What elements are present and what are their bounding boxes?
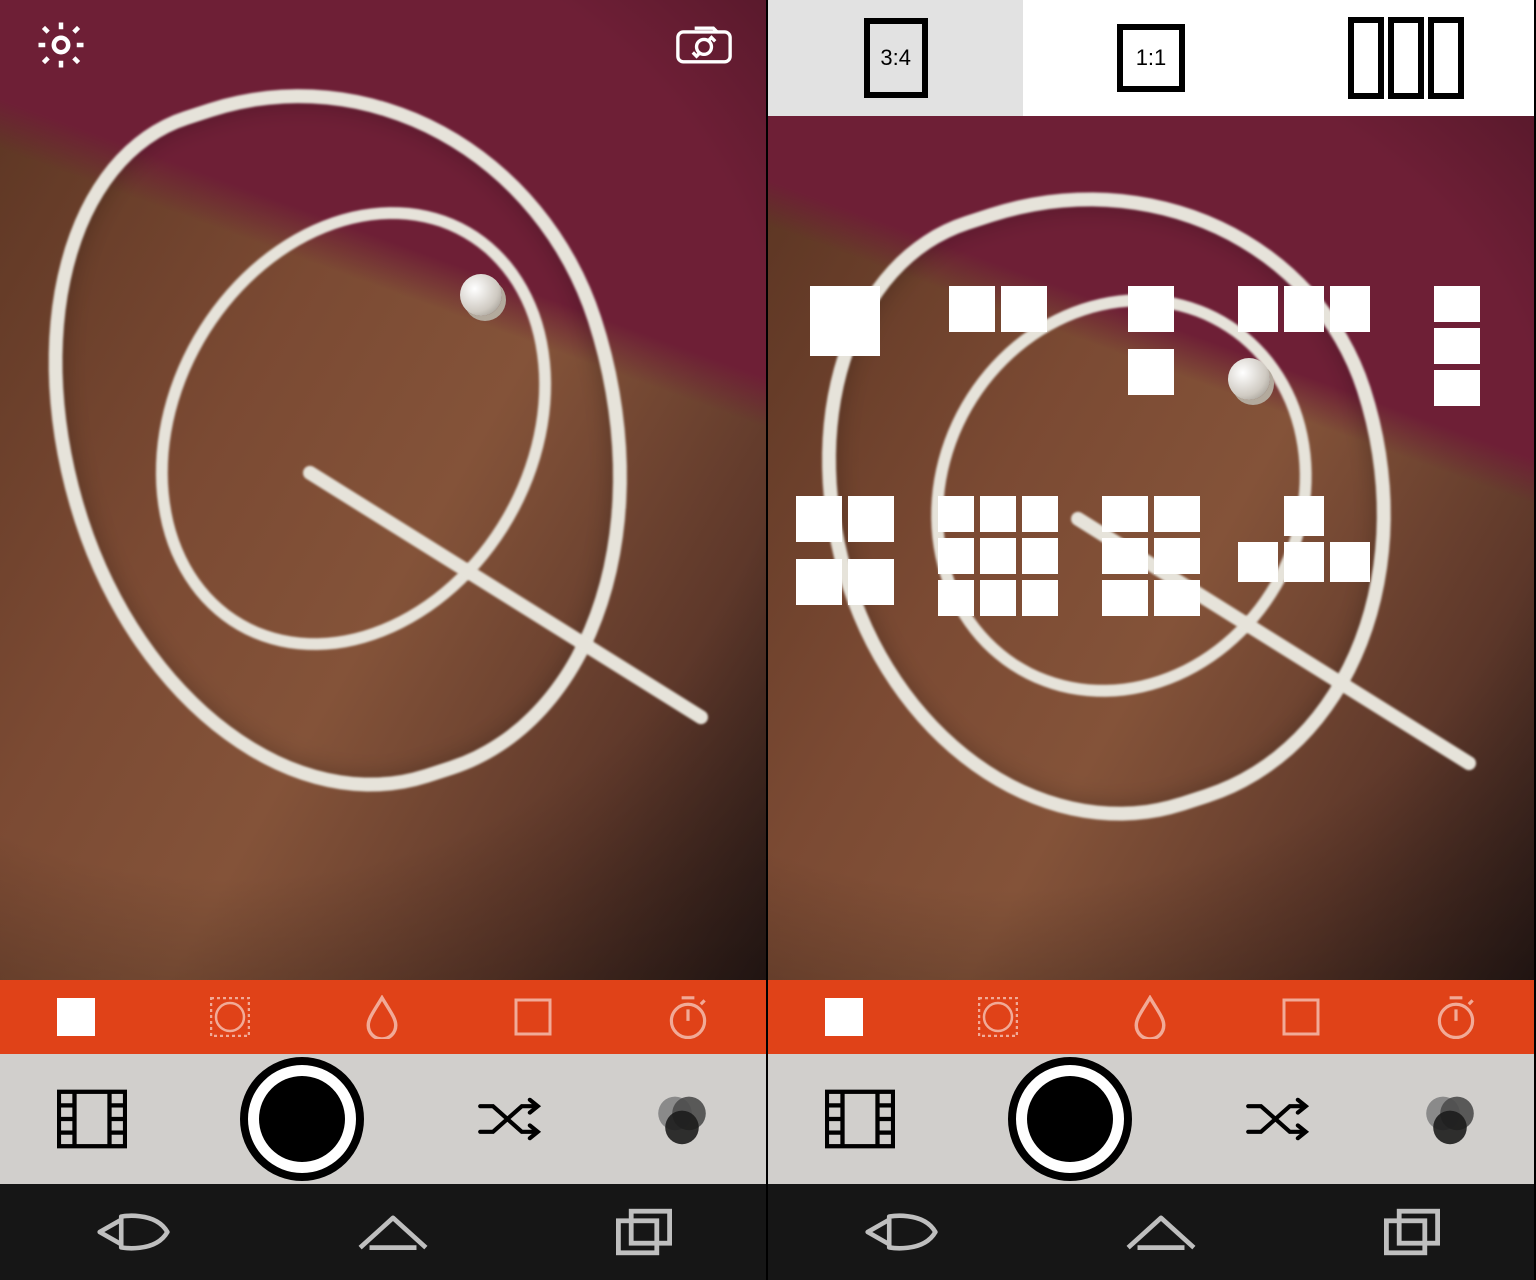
- layout-four-grid[interactable]: [796, 496, 894, 616]
- blur-tool[interactable]: [1133, 995, 1167, 1039]
- top-controls: [0, 0, 766, 90]
- gallery-icon[interactable]: [825, 1089, 895, 1149]
- aspect-ratio-bar: 3:4 1:1: [768, 0, 1534, 116]
- vignette-tool[interactable]: [210, 997, 250, 1037]
- gear-icon[interactable]: [34, 18, 88, 72]
- mode-toolbar: [0, 980, 766, 1054]
- timer-tool[interactable]: [667, 994, 709, 1040]
- aspect-1-1[interactable]: 1:1: [1023, 0, 1278, 116]
- layout-two-horiz[interactable]: [949, 286, 1047, 406]
- layout-six-vert[interactable]: [1102, 496, 1200, 616]
- layout-single[interactable]: [810, 286, 880, 406]
- android-navbar: [768, 1184, 1534, 1280]
- timer-tool[interactable]: [1435, 994, 1477, 1040]
- filters-icon[interactable]: [1422, 1091, 1478, 1147]
- recent-icon[interactable]: [1383, 1208, 1441, 1256]
- aspect-3-4[interactable]: 3:4: [768, 0, 1023, 116]
- control-bar: [768, 1054, 1534, 1184]
- viewfinder[interactable]: [0, 0, 766, 980]
- vignette-tool[interactable]: [978, 997, 1018, 1037]
- home-icon[interactable]: [357, 1213, 429, 1251]
- layout-t-shape[interactable]: [1238, 496, 1370, 616]
- gallery-icon[interactable]: [57, 1089, 127, 1149]
- screen-layout-picker: 3:4 1:1: [768, 0, 1536, 1280]
- layout-nine-grid[interactable]: [938, 496, 1058, 616]
- shuffle-icon[interactable]: [477, 1095, 541, 1143]
- switch-camera-icon[interactable]: [676, 24, 732, 66]
- blur-tool[interactable]: [365, 995, 399, 1039]
- shutter-button[interactable]: [240, 1057, 364, 1181]
- recent-icon[interactable]: [615, 1208, 673, 1256]
- back-icon[interactable]: [93, 1212, 171, 1252]
- filters-icon[interactable]: [654, 1091, 710, 1147]
- shutter-button[interactable]: [1008, 1057, 1132, 1181]
- android-navbar: [0, 1184, 766, 1280]
- layout-two-vert[interactable]: [1128, 286, 1174, 406]
- screen-camera: [0, 0, 768, 1280]
- frame-tool[interactable]: [1282, 998, 1320, 1036]
- control-bar: [0, 1054, 766, 1184]
- layout-three-horiz[interactable]: [1238, 286, 1370, 406]
- mode-toolbar: [768, 980, 1534, 1054]
- layout-tool[interactable]: [825, 998, 863, 1036]
- back-icon[interactable]: [861, 1212, 939, 1252]
- aspect-strips[interactable]: [1279, 0, 1534, 116]
- home-icon[interactable]: [1125, 1213, 1197, 1251]
- layout-three-vert[interactable]: [1434, 286, 1480, 406]
- shuffle-icon[interactable]: [1245, 1095, 1309, 1143]
- layout-tool[interactable]: [57, 998, 95, 1036]
- viewfinder[interactable]: [768, 116, 1534, 980]
- frame-tool[interactable]: [514, 998, 552, 1036]
